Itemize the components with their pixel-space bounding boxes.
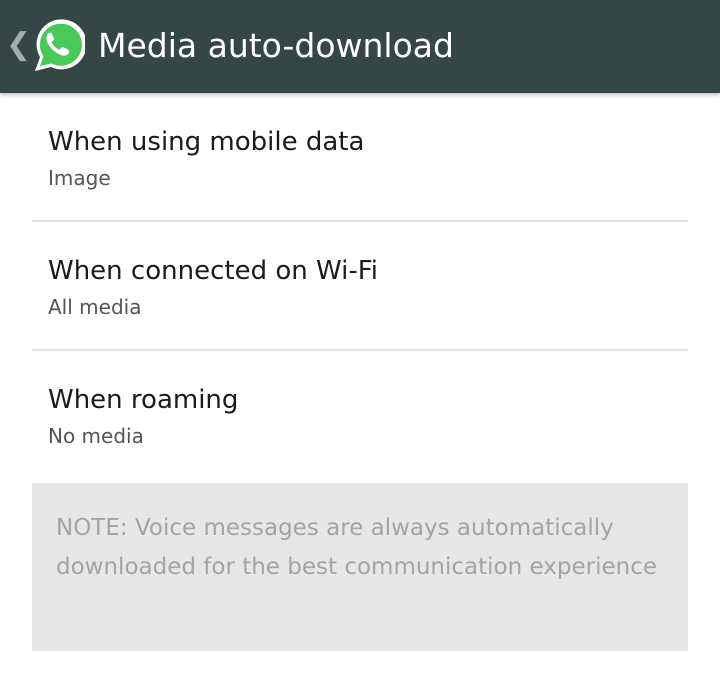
setting-roaming[interactable]: When roaming No media: [32, 351, 688, 480]
setting-wifi[interactable]: When connected on Wi-Fi All media: [32, 222, 688, 351]
screen-title: Media auto-download: [98, 26, 454, 65]
note-text: NOTE: Voice messages are always automati…: [56, 515, 657, 580]
voice-messages-note: NOTE: Voice messages are always automati…: [32, 483, 688, 651]
action-bar: ❮ Media auto-download: [0, 0, 720, 93]
back-chevron-icon[interactable]: ❮: [6, 28, 31, 62]
setting-title: When using mobile data: [48, 127, 365, 157]
setting-summary: All media: [48, 295, 142, 319]
setting-title: When connected on Wi-Fi: [48, 256, 379, 286]
setting-summary: Image: [48, 166, 111, 190]
setting-mobile-data[interactable]: When using mobile data Image: [32, 93, 688, 222]
setting-title: When roaming: [48, 385, 239, 415]
setting-summary: No media: [48, 424, 144, 448]
whatsapp-logo-icon[interactable]: [29, 15, 85, 75]
settings-list: When using mobile data Image When connec…: [0, 93, 720, 480]
